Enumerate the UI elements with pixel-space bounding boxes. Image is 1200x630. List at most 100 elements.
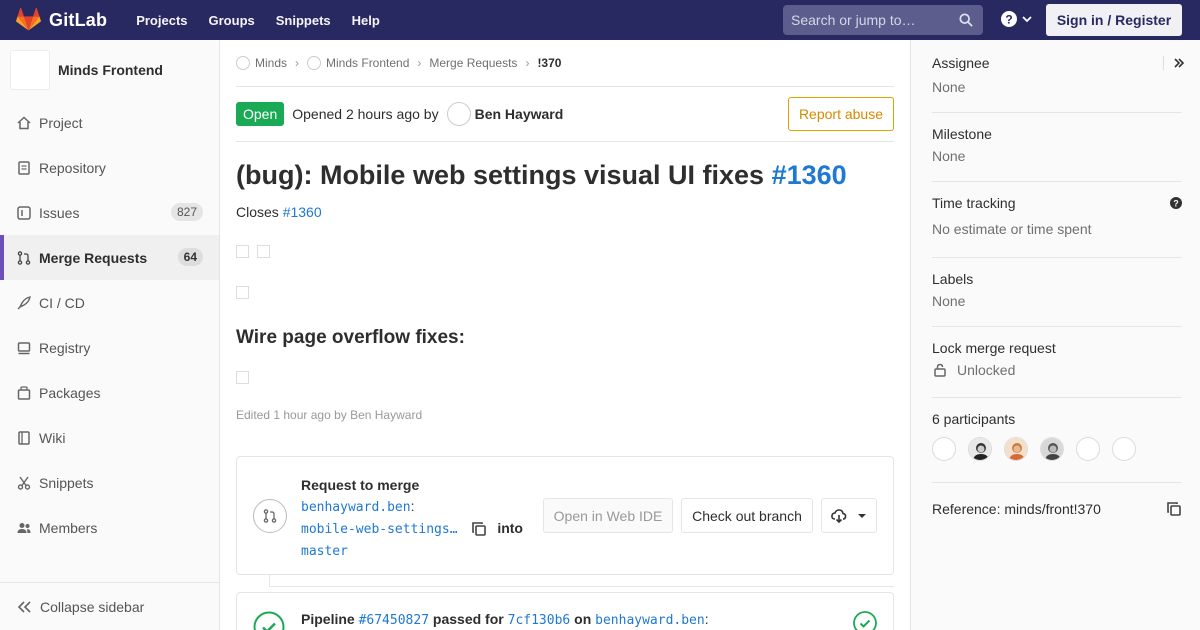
doc-icon	[16, 160, 32, 176]
sidebar-item-issues[interactable]: Issues 827	[0, 190, 219, 235]
question-icon[interactable]: ?	[1170, 197, 1182, 209]
sidebar-item-project[interactable]: Project	[0, 100, 219, 145]
author-name[interactable]: Ben Hayward	[475, 106, 564, 122]
broken-image-icon[interactable]	[236, 286, 249, 299]
project-header[interactable]: Minds Frontend	[0, 40, 219, 100]
check-out-branch-button[interactable]: Check out branch	[681, 498, 813, 533]
nav-links: Projects Groups Snippets Help	[136, 13, 401, 28]
participant-avatar[interactable]	[1112, 437, 1136, 461]
caret-down-icon	[858, 513, 866, 518]
breadcrumb: Minds › Minds Frontend › Merge Requests …	[236, 40, 894, 87]
double-chevron-left-icon	[17, 600, 31, 613]
report-abuse-button[interactable]: Report abuse	[787, 97, 894, 131]
commit-link[interactable]: 7cf130b6	[508, 613, 571, 628]
users-icon	[16, 520, 32, 536]
home-icon	[16, 115, 32, 131]
sidebar-item-repository[interactable]: Repository	[0, 145, 219, 190]
participant-avatar[interactable]	[1004, 437, 1028, 461]
nav-help[interactable]: Help	[352, 13, 380, 28]
lock-block: Lock merge request Unlocked	[932, 340, 1182, 378]
breadcrumb-merge-requests[interactable]: Merge Requests	[429, 56, 517, 70]
copy-icon[interactable]	[1166, 501, 1182, 517]
broken-image-icon[interactable]	[236, 245, 249, 258]
labels-title: Labels	[932, 271, 974, 287]
sidebar-item-label: Packages	[39, 384, 101, 401]
merge-request-icon	[16, 250, 32, 266]
copy-icon[interactable]	[471, 521, 487, 537]
sidebar-item-label: Snippets	[39, 474, 94, 491]
pipeline-branch-link[interactable]: benhayward.ben	[595, 613, 705, 628]
stage-success-icon[interactable]	[853, 611, 877, 630]
breadcrumb-group[interactable]: Minds	[255, 56, 287, 70]
closes-label: Closes	[236, 204, 279, 220]
author-avatar[interactable]	[446, 102, 471, 126]
main-content: Minds › Minds Frontend › Merge Requests …	[236, 40, 894, 630]
closes-line: Closes #1360	[236, 204, 894, 220]
assignee-title: Assignee	[932, 55, 990, 71]
source-namespace[interactable]: benhayward.ben	[301, 500, 411, 515]
gitlab-logo[interactable]: GitLab	[16, 0, 107, 40]
sidebar-item-label: Repository	[39, 159, 106, 176]
into-label: into	[497, 520, 523, 536]
participant-avatar[interactable]	[968, 437, 992, 461]
status-success-icon[interactable]	[253, 611, 285, 630]
help-dropdown[interactable]: ?	[1001, 11, 1033, 27]
search-input[interactable]	[791, 12, 951, 28]
collapse-sidebar-button[interactable]: Collapse sidebar	[0, 582, 219, 630]
book-icon	[16, 430, 32, 446]
lock-title: Lock merge request	[932, 340, 1056, 356]
target-branch[interactable]: master	[301, 544, 348, 559]
search-icon[interactable]	[959, 13, 973, 27]
broken-image-icon[interactable]	[256, 245, 270, 258]
closes-issue-link[interactable]: #1360	[283, 204, 322, 220]
labels-value: None	[932, 293, 966, 309]
lock-status: Unlocked	[932, 362, 1182, 378]
sign-in-button[interactable]: Sign in / Register	[1046, 4, 1182, 36]
breadcrumb-project[interactable]: Minds Frontend	[326, 56, 409, 70]
merge-request-icon	[253, 499, 287, 533]
collapse-label: Collapse sidebar	[40, 598, 145, 615]
open-web-ide-button[interactable]: Open in Web IDE	[543, 498, 673, 533]
sidebar-item-packages[interactable]: Packages	[0, 370, 219, 415]
mr-title-issue-link[interactable]: #1360	[772, 160, 847, 190]
sidebar-item-registry[interactable]: Registry	[0, 325, 219, 370]
broken-image-icon[interactable]	[236, 371, 249, 384]
time-tracking-value: No estimate or time spent	[932, 221, 1092, 237]
time-tracking-title: Time tracking	[932, 195, 1016, 211]
project-avatar-small	[307, 56, 322, 70]
assignee-block: Assignee None	[932, 55, 1182, 95]
svg-text:?: ?	[1173, 199, 1179, 209]
passed-for-label: passed for	[432, 611, 504, 627]
sidebar-item-members[interactable]: Members	[0, 505, 219, 550]
download-icon	[831, 508, 847, 523]
nav-groups[interactable]: Groups	[209, 13, 255, 28]
image-row	[236, 371, 894, 387]
nav-projects[interactable]: Projects	[136, 13, 187, 28]
sidebar-item-label: Members	[39, 519, 98, 536]
labels-block: Labels None	[932, 271, 1182, 309]
download-dropdown-button[interactable]	[821, 498, 877, 533]
issues-icon	[16, 205, 32, 221]
participants-block: 6 participants	[932, 411, 1182, 461]
request-to-merge-label: Request to merge	[301, 477, 420, 493]
sidebar-item-label: Project	[39, 114, 83, 131]
sidebar-item-snippets[interactable]: Snippets	[0, 460, 219, 505]
group-avatar	[236, 56, 250, 70]
participant-avatar[interactable]	[932, 437, 956, 461]
sidebar-item-ci-cd[interactable]: CI / CD	[0, 280, 219, 325]
breadcrumb-current[interactable]: !370	[537, 56, 561, 70]
source-branch[interactable]: mobile-web-settings…	[301, 522, 458, 537]
pipeline-id-link[interactable]: #67450827	[359, 613, 429, 628]
breadcrumb-separator: ›	[525, 56, 530, 70]
milestone-title: Milestone	[932, 126, 992, 142]
milestone-value: None	[932, 148, 966, 164]
participant-avatar[interactable]	[1076, 437, 1100, 461]
sidebar-item-merge-requests[interactable]: Merge Requests 64	[0, 235, 219, 280]
reference-text: Reference: minds/front!370	[932, 501, 1101, 517]
divider	[932, 397, 1182, 398]
left-sidebar: Minds Frontend Project Repository Issues…	[0, 40, 220, 630]
milestone-block: Milestone None	[932, 126, 1182, 164]
sidebar-item-wiki[interactable]: Wiki	[0, 415, 219, 460]
nav-snippets[interactable]: Snippets	[276, 13, 331, 28]
participant-avatar[interactable]	[1040, 437, 1064, 461]
